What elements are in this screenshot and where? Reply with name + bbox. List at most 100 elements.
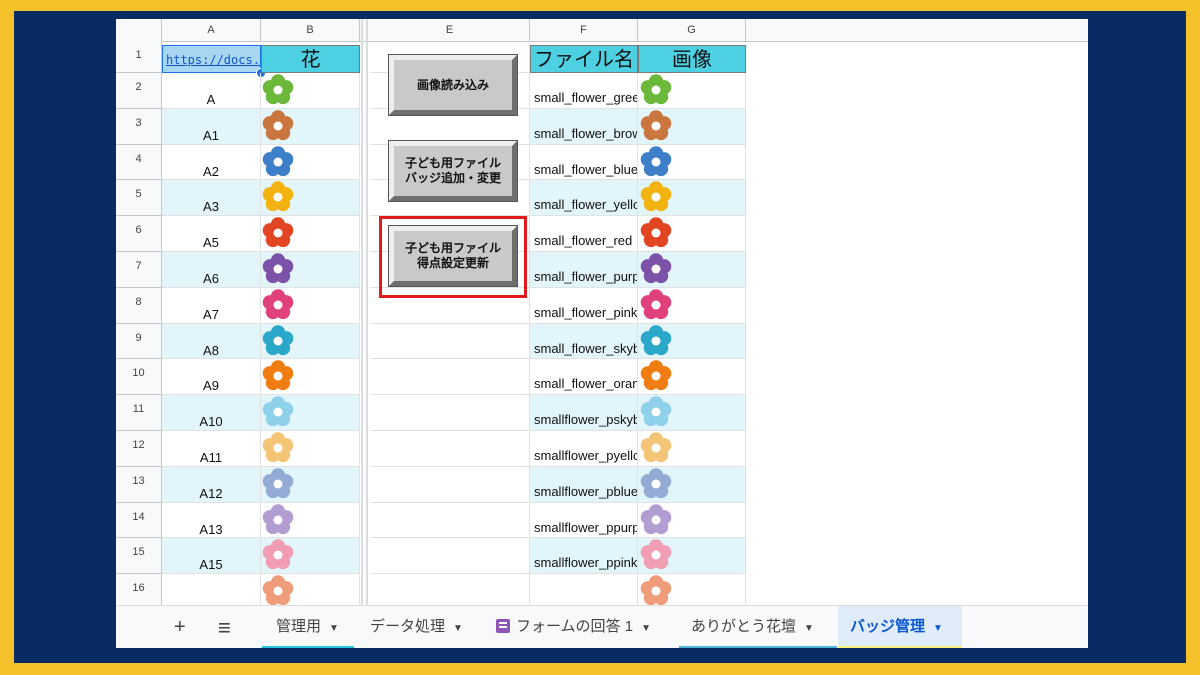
row-header[interactable]: 13 xyxy=(116,466,162,503)
chevron-down-icon[interactable]: ▼ xyxy=(804,623,814,634)
row-header[interactable]: 5 xyxy=(116,180,162,217)
spreadsheet-cell[interactable] xyxy=(370,323,530,360)
load-images-button[interactable]: 画像読み込み xyxy=(388,54,518,116)
column-header-a[interactable]: A xyxy=(162,19,261,41)
filename-cell[interactable]: small_flower_brown xyxy=(530,108,638,145)
flower-label-cell[interactable]: A10 xyxy=(162,395,261,431)
flower-label-cell[interactable]: A1 xyxy=(162,108,261,145)
filename-cell[interactable]: small_flower_green xyxy=(530,73,638,109)
flower-label-cell[interactable]: A7 xyxy=(162,287,261,324)
select-all-corner[interactable] xyxy=(116,19,162,41)
form-icon xyxy=(496,619,510,633)
row-header[interactable]: 7 xyxy=(116,252,162,288)
row-header[interactable]: 12 xyxy=(116,431,162,467)
flower-icon xyxy=(640,503,672,536)
filename-cell[interactable]: small_flower_blue xyxy=(530,144,638,181)
row-header[interactable]: 3 xyxy=(116,108,162,145)
flower-header-cell[interactable]: 花 xyxy=(261,45,360,73)
flower-icon xyxy=(262,324,294,357)
filename-cell[interactable]: smallflower_pyellow xyxy=(530,431,638,467)
flower-icon xyxy=(262,145,294,178)
column-header-row: A B E F G xyxy=(116,19,1088,42)
tab-kanriyou[interactable]: 管理用 ▼ xyxy=(262,606,354,648)
flower-icon xyxy=(640,396,672,428)
filename-cell[interactable]: small_flower_red xyxy=(530,216,638,252)
flower-label-cell[interactable]: A5 xyxy=(162,216,261,252)
filename-cell[interactable]: small_flower_skyblue xyxy=(530,323,638,360)
filename-cell[interactable]: small_flower_purple xyxy=(530,252,638,288)
flower-label-cell[interactable]: A6 xyxy=(162,252,261,288)
filename-cell[interactable]: smallflower_pskyblue xyxy=(530,395,638,431)
filename-cell[interactable]: smallflower_ppurple xyxy=(530,502,638,539)
column-header-e[interactable]: E xyxy=(370,19,530,41)
row-header[interactable]: 6 xyxy=(116,216,162,252)
flower-label-cell[interactable]: A12 xyxy=(162,466,261,503)
flower-icon xyxy=(640,575,672,607)
tab-badge-kanri[interactable]: バッジ管理 ▼ xyxy=(838,606,962,648)
flower-icon xyxy=(640,110,672,142)
all-sheets-menu-icon[interactable]: ≡ xyxy=(218,606,231,648)
tab-label: 管理用 xyxy=(276,618,322,635)
flower-icon xyxy=(262,360,294,392)
spreadsheet-cell[interactable] xyxy=(370,395,530,431)
tab-label: データ処理 xyxy=(370,618,446,635)
add-sheet-button[interactable]: + xyxy=(174,606,186,648)
link-cell[interactable]: https://docs.go xyxy=(162,45,261,73)
filename-cell[interactable]: small_flower_yellow xyxy=(530,180,638,217)
row-header[interactable]: 1 xyxy=(116,41,162,73)
flower-label-cell[interactable]: A13 xyxy=(162,502,261,539)
tab-label: ありがとう花壇 xyxy=(691,618,797,635)
chevron-down-icon[interactable]: ▼ xyxy=(641,623,651,634)
column-header-b[interactable]: B xyxy=(261,19,360,41)
row-header[interactable]: 2 xyxy=(116,73,162,109)
filename-header-cell[interactable]: ファイル名 xyxy=(530,45,638,73)
image-header-cell[interactable]: 画像 xyxy=(638,45,746,73)
flower-icon xyxy=(640,145,672,178)
flower-icon xyxy=(640,289,672,321)
chevron-down-icon[interactable]: ▼ xyxy=(933,623,943,634)
row-header[interactable]: 4 xyxy=(116,144,162,181)
filename-cell[interactable]: smallflower_ppink xyxy=(530,538,638,575)
flower-label-cell[interactable]: A9 xyxy=(162,359,261,396)
flower-icon xyxy=(262,468,294,500)
row-header[interactable]: 9 xyxy=(116,323,162,360)
flower-icon xyxy=(262,181,294,213)
column-header-g[interactable]: G xyxy=(638,19,746,41)
flower-label-cell[interactable]: A3 xyxy=(162,180,261,217)
tab-form-responses[interactable]: フォームの回答 1 ▼ xyxy=(486,606,676,648)
tab-color-underline xyxy=(679,646,837,648)
flower-icon xyxy=(640,539,672,571)
tab-arigatou-kadan[interactable]: ありがとう花壇 ▼ xyxy=(679,606,837,648)
filename-cell[interactable]: small_flower_pink xyxy=(530,287,638,324)
flower-icon xyxy=(262,396,294,428)
flower-label-cell[interactable]: A15 xyxy=(162,538,261,575)
row-header[interactable]: 11 xyxy=(116,395,162,431)
spreadsheet-cell[interactable] xyxy=(370,502,530,539)
flower-icon xyxy=(640,74,672,106)
tab-color-underline xyxy=(262,646,354,648)
tab-data-processing[interactable]: データ処理 ▼ xyxy=(360,606,485,648)
spreadsheet-cell[interactable] xyxy=(370,538,530,575)
column-header-f[interactable]: F xyxy=(530,19,638,41)
chevron-down-icon[interactable]: ▼ xyxy=(453,623,463,634)
row-header[interactable]: 10 xyxy=(116,359,162,396)
flower-label-cell[interactable]: A2 xyxy=(162,144,261,181)
spreadsheet-cell[interactable] xyxy=(370,359,530,396)
spreadsheet-cell[interactable] xyxy=(370,466,530,503)
tab-color-underline xyxy=(838,646,962,648)
spreadsheet-cell[interactable] xyxy=(370,431,530,467)
chevron-down-icon[interactable]: ▼ xyxy=(329,623,339,634)
row-header[interactable]: 8 xyxy=(116,287,162,324)
flower-label-cell[interactable]: A11 xyxy=(162,431,261,467)
hidden-columns-marker[interactable] xyxy=(366,19,368,626)
row-header[interactable]: 14 xyxy=(116,502,162,539)
badge-update-button[interactable]: 子ども用ファイル バッジ追加・変更 xyxy=(388,140,518,202)
flower-label-cell[interactable]: A xyxy=(162,73,261,109)
sheet-tab-bar: + ≡ 管理用 ▼ データ処理 ▼ フォームの回答 1 ▼ ありがとう花壇 ▼ バッジ管… xyxy=(116,605,1088,648)
filename-cell[interactable]: small_flower_orange xyxy=(530,359,638,396)
row-header[interactable]: 15 xyxy=(116,538,162,575)
filename-cell[interactable]: smallflower_pblue xyxy=(530,466,638,503)
flower-icon xyxy=(262,74,294,106)
hidden-columns-marker[interactable] xyxy=(361,19,363,626)
flower-label-cell[interactable]: A8 xyxy=(162,323,261,360)
